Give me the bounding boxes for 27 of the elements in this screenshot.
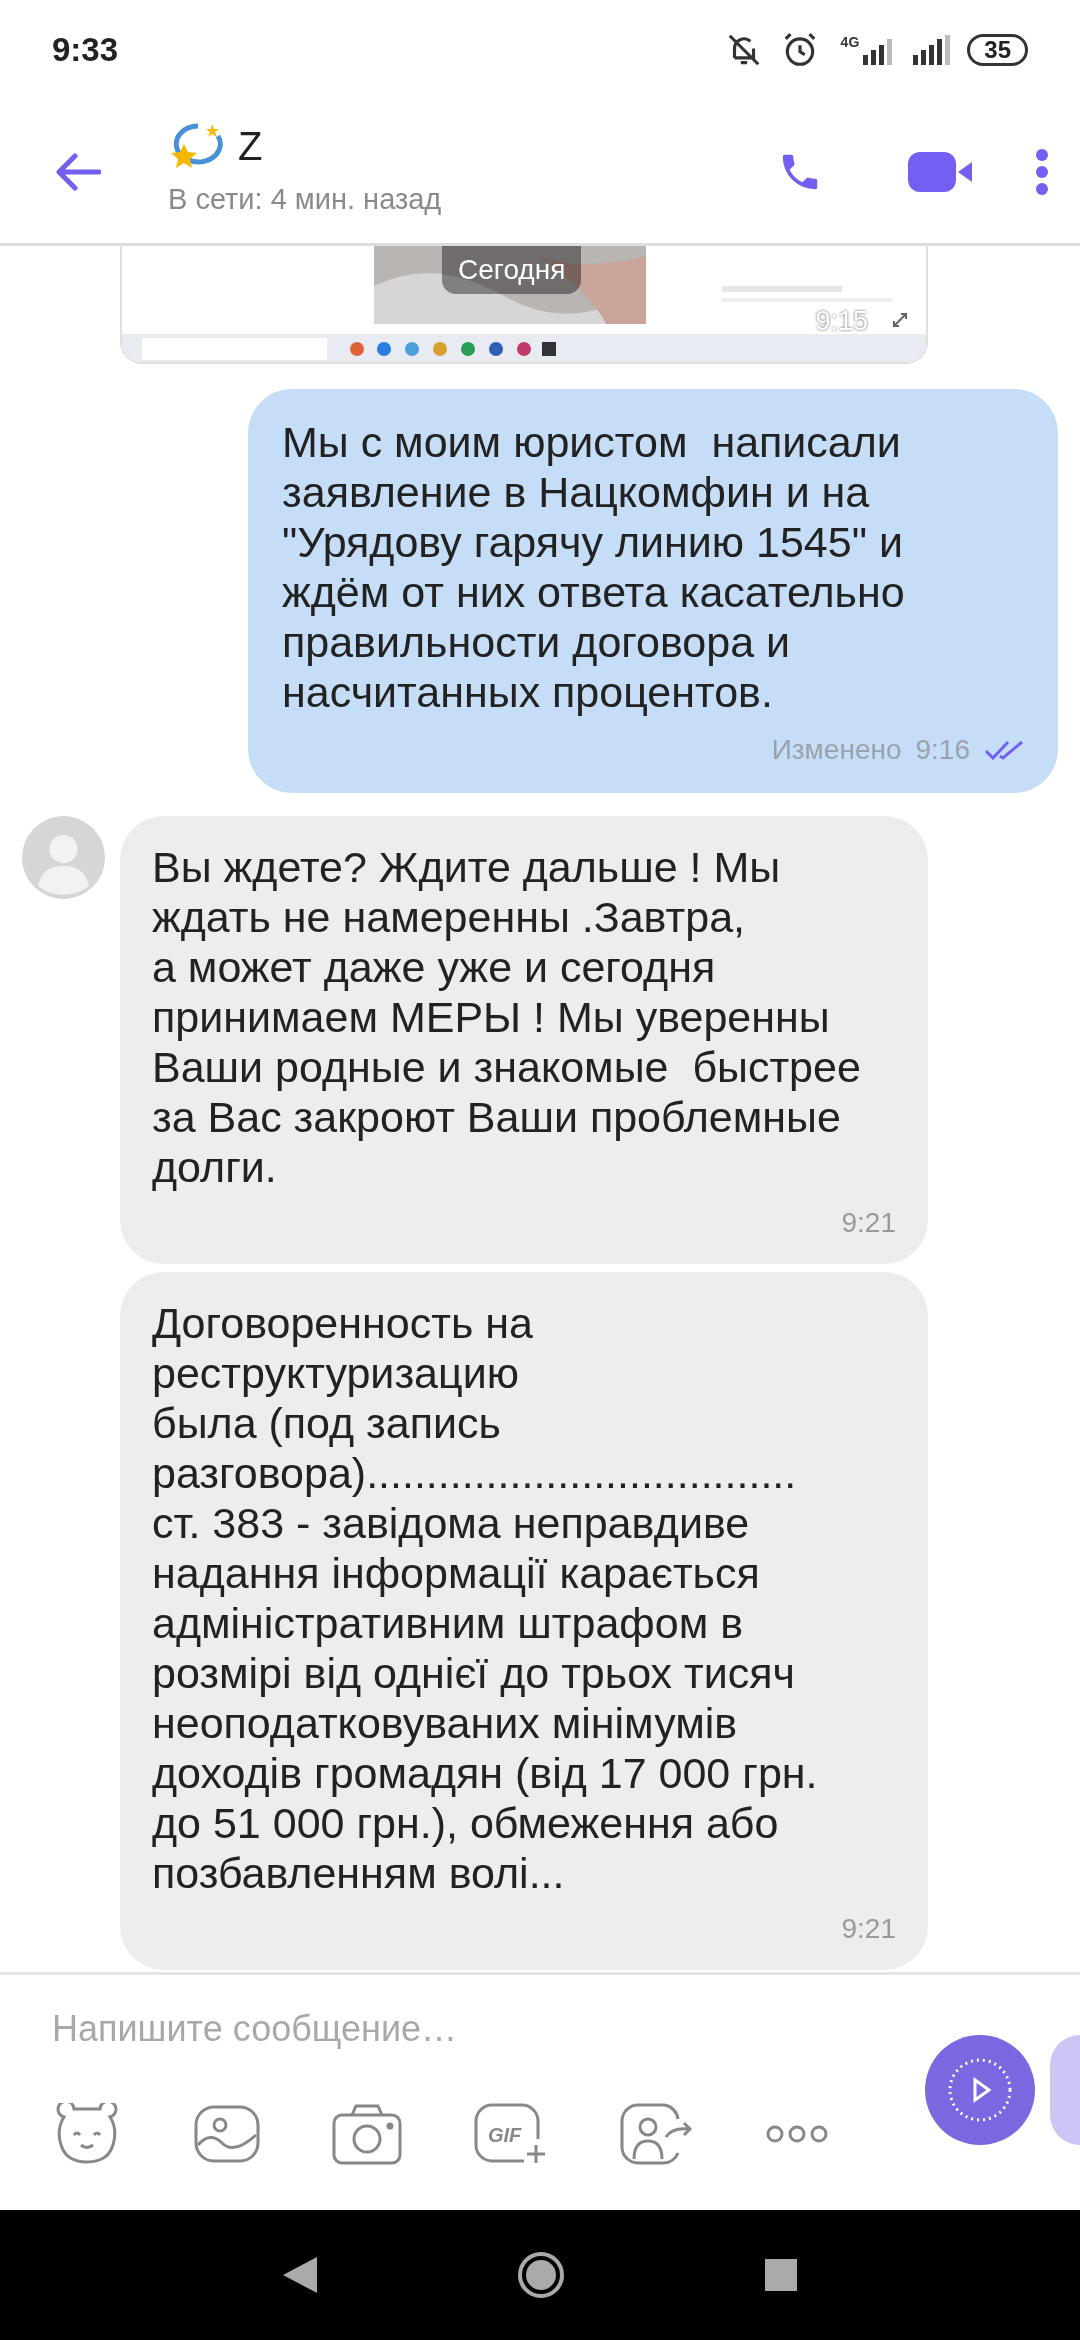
edited-label: Изменено [771,733,902,767]
home-icon[interactable] [517,2251,565,2299]
date-chip: Сегодня [442,246,582,294]
message-text: Договоренность на реструктуризацию была (под запись разговора).................................... ст. 383 - завідома неправдиве надання інформації карається адміністративним штрафом в розмірі від однієї до трьох тисяч неоподатковуваних мінімумів доходів громадян (від 17 000 грн. до 51 000 грн.), обмеження або позбавленням волі... [152,1298,819,1898]
back-icon[interactable] [283,2257,317,2293]
more-options-icon[interactable] [766,2125,828,2143]
message-time: 9:15 [815,308,868,335]
presence-status: В сети: 4 мин. назад [168,181,442,217]
back-arrow-icon[interactable] [55,151,101,192]
share-contact-icon[interactable] [620,2103,694,2165]
gallery-icon[interactable] [194,2105,260,2163]
more-menu-icon[interactable] [1034,146,1050,197]
signal-icon [911,35,952,65]
play-icon [947,2057,1013,2123]
message-input[interactable]: Напишите сообщение… [52,1999,832,2059]
video-camera-icon[interactable] [908,151,974,192]
message-text: Мы с моим юристом написали заявление в Нацкомфин и на "Урядову гарячу линию 1545" и ждём от них ответа касательно правильности договора и насчитанных процентов. [282,417,906,717]
camera-icon[interactable] [332,2103,402,2165]
battery-level: 35 [967,34,1028,66]
message-time: 9:16 [915,733,970,767]
message-text: Вы ждете? Ждите дальше ! Мы ждать не намеренны .Завтра, а может даже уже и сегодня принимаем МЕРЫ ! Мы уверенны Ваши родные и знакомые быстрее за Вас закроют Ваши проблемные долги. [152,842,862,1192]
message-time: 9:21 [841,1206,896,1240]
expand-icon[interactable] [892,312,908,328]
message-time: 9:21 [841,1912,896,1946]
contact-name: Z [238,125,263,166]
network-type: 4G [840,35,860,49]
status-time: 9:33 [52,30,119,71]
